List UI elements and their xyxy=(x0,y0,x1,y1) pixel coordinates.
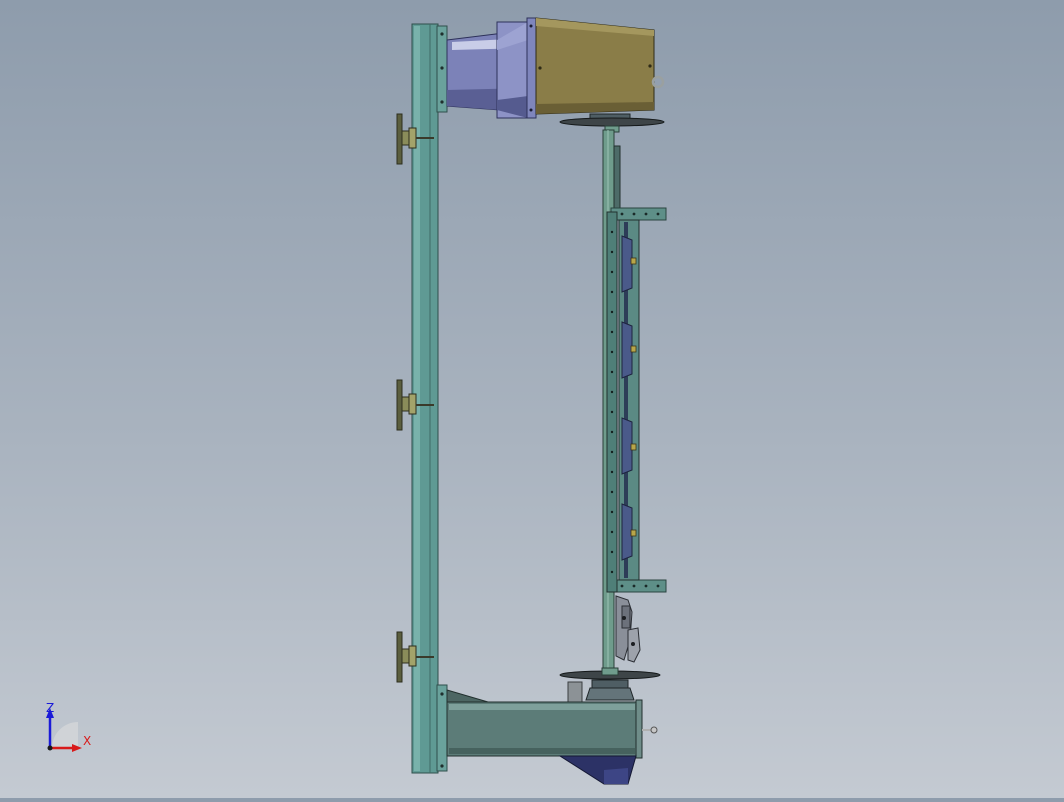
bottom-disc[interactable] xyxy=(559,667,661,703)
rack-assembly[interactable] xyxy=(606,207,667,593)
z-axis-label: Z xyxy=(46,701,54,715)
adapter-flange[interactable] xyxy=(446,17,537,119)
coordinate-triad: Z X xyxy=(46,701,91,752)
cad-viewport[interactable]: Z X xyxy=(0,0,1064,798)
cad-model-drawing[interactable]: Z X xyxy=(0,0,1064,798)
x-axis-label: X xyxy=(83,734,91,748)
lower-clamp[interactable] xyxy=(615,595,641,663)
top-disc[interactable] xyxy=(559,113,665,133)
left-column[interactable] xyxy=(411,23,448,774)
gearbox[interactable] xyxy=(558,755,637,785)
motor-housing[interactable] xyxy=(535,17,665,115)
triad-plane-icon xyxy=(52,722,78,748)
